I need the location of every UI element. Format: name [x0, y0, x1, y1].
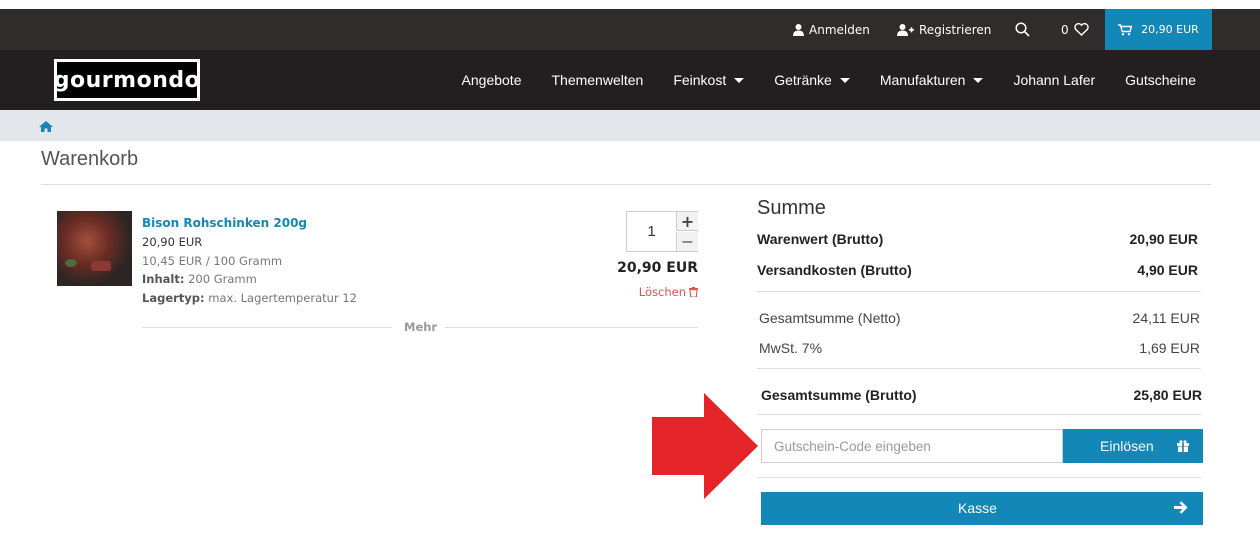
- arrow-right-icon: [1174, 501, 1188, 514]
- nav-item-getraenke[interactable]: Getränke: [774, 72, 850, 88]
- quantity-stepper: 1 + −: [626, 211, 698, 252]
- product-price: 20,90 EUR: [142, 235, 203, 249]
- storage-label: Lagertyp:: [142, 291, 205, 305]
- cart-total: 20,90 EUR: [1141, 23, 1199, 36]
- nav-label: Angebote: [461, 72, 522, 88]
- product-content: Inhalt: 200 Gramm: [142, 272, 257, 286]
- login-label: Anmelden: [809, 22, 870, 37]
- cart-button[interactable]: 20,90 EUR: [1105, 9, 1212, 50]
- more-toggle-row: Mehr: [142, 318, 698, 336]
- redeem-coupon-button[interactable]: Einlösen: [1063, 429, 1203, 463]
- nav-item-themenwelten[interactable]: Themenwelten: [551, 72, 643, 88]
- divider: [41, 184, 1211, 185]
- divider: [757, 291, 1201, 292]
- trash-icon: [689, 287, 698, 297]
- nav-item-gutscheine[interactable]: Gutscheine: [1125, 72, 1196, 88]
- annotation-arrow-icon: [652, 393, 758, 499]
- page-title: Warenkorb: [41, 148, 139, 170]
- breadcrumb: [0, 110, 1260, 141]
- nav-label: Johann Lafer: [1013, 72, 1096, 88]
- content-value: 200 Gramm: [188, 272, 257, 286]
- login-link[interactable]: Anmelden: [793, 9, 870, 50]
- nav-label: Feinkost: [673, 72, 727, 88]
- register-label: Registrieren: [919, 22, 992, 37]
- divider: [757, 477, 1201, 478]
- product-image[interactable]: [57, 211, 132, 286]
- logo-text: gourmondo: [53, 67, 201, 93]
- top-bar: Anmelden Registrieren 0 20,90 EUR: [0, 9, 1260, 50]
- checkout-label: Kasse: [958, 500, 997, 516]
- quantity-input[interactable]: 1: [627, 212, 676, 251]
- nav-label: Gutscheine: [1125, 72, 1196, 88]
- product-unit-price: 10,45 EUR / 100 Gramm: [142, 254, 283, 268]
- nav-item-angebote[interactable]: Angebote: [462, 72, 522, 88]
- summary-label: Warenwert (Brutto): [757, 231, 884, 247]
- nav-item-manufakturen[interactable]: Manufakturen: [880, 72, 984, 88]
- home-icon[interactable]: [39, 121, 53, 132]
- user-icon: [793, 23, 804, 36]
- caret-down-icon: [734, 77, 745, 83]
- summary-label: MwSt. 7%: [759, 340, 823, 356]
- summary-label: Gesamtsumme (Netto): [759, 310, 901, 326]
- divider: [757, 414, 1201, 415]
- divider: [757, 368, 1201, 369]
- line-total: 20,90 EUR: [617, 260, 698, 276]
- content-label: Inhalt:: [142, 272, 185, 286]
- increase-quantity-button[interactable]: +: [676, 212, 698, 231]
- summary-value: 24,11 EUR: [1132, 310, 1200, 326]
- wishlist-count: 0: [1061, 22, 1069, 37]
- gift-icon: [1177, 440, 1189, 452]
- search-button[interactable]: [1015, 9, 1035, 50]
- delete-label: Löschen: [638, 285, 686, 299]
- divider: [142, 327, 392, 328]
- image-detail: [91, 261, 111, 271]
- product-storage: Lagertyp: max. Lagertemperatur 12: [142, 291, 357, 305]
- user-plus-icon: [897, 23, 914, 36]
- nav-label: Manufakturen: [879, 72, 966, 88]
- caret-down-icon: [973, 77, 984, 83]
- divider: [445, 327, 698, 328]
- delete-button[interactable]: Löschen: [639, 285, 698, 299]
- nav-item-johann-lafer[interactable]: Johann Lafer: [1013, 72, 1095, 88]
- nav-label: Getränke: [774, 72, 832, 88]
- summary-title: Summe: [757, 197, 826, 219]
- summary-total-label: Gesamtsumme (Brutto): [761, 387, 917, 403]
- more-button[interactable]: Mehr: [404, 320, 437, 334]
- redeem-label: Einlösen: [1100, 438, 1154, 454]
- brand-logo[interactable]: gourmondo: [54, 59, 200, 101]
- storage-value: max. Lagertemperatur 12: [208, 291, 357, 305]
- image-detail: [65, 259, 77, 267]
- summary-value: 20,90 EUR: [1129, 231, 1198, 247]
- checkout-button[interactable]: Kasse: [761, 492, 1203, 525]
- cart-icon: [1118, 23, 1133, 35]
- summary-label: Versandkosten (Brutto): [757, 262, 912, 278]
- search-icon: [1015, 22, 1030, 37]
- product-name-link[interactable]: Bison Rohschinken 200g: [142, 216, 307, 230]
- heart-icon: [1073, 23, 1089, 36]
- nav-item-feinkost[interactable]: Feinkost: [673, 72, 745, 88]
- main-navigation: gourmondo Angebote Themenwelten Feinkost…: [0, 50, 1260, 110]
- wishlist-link[interactable]: 0: [1061, 9, 1094, 50]
- caret-down-icon: [839, 77, 850, 83]
- coupon-code-input[interactable]: [761, 429, 1063, 463]
- nav-label: Themenwelten: [551, 72, 644, 88]
- register-link[interactable]: Registrieren: [897, 9, 991, 50]
- nav-menu: Angebote Themenwelten Feinkost Getränke …: [462, 50, 1196, 110]
- decrease-quantity-button[interactable]: −: [676, 232, 698, 251]
- summary-value: 4,90 EUR: [1137, 262, 1198, 278]
- summary-total-value: 25,80 EUR: [1133, 387, 1202, 403]
- summary-value: 1,69 EUR: [1139, 340, 1200, 356]
